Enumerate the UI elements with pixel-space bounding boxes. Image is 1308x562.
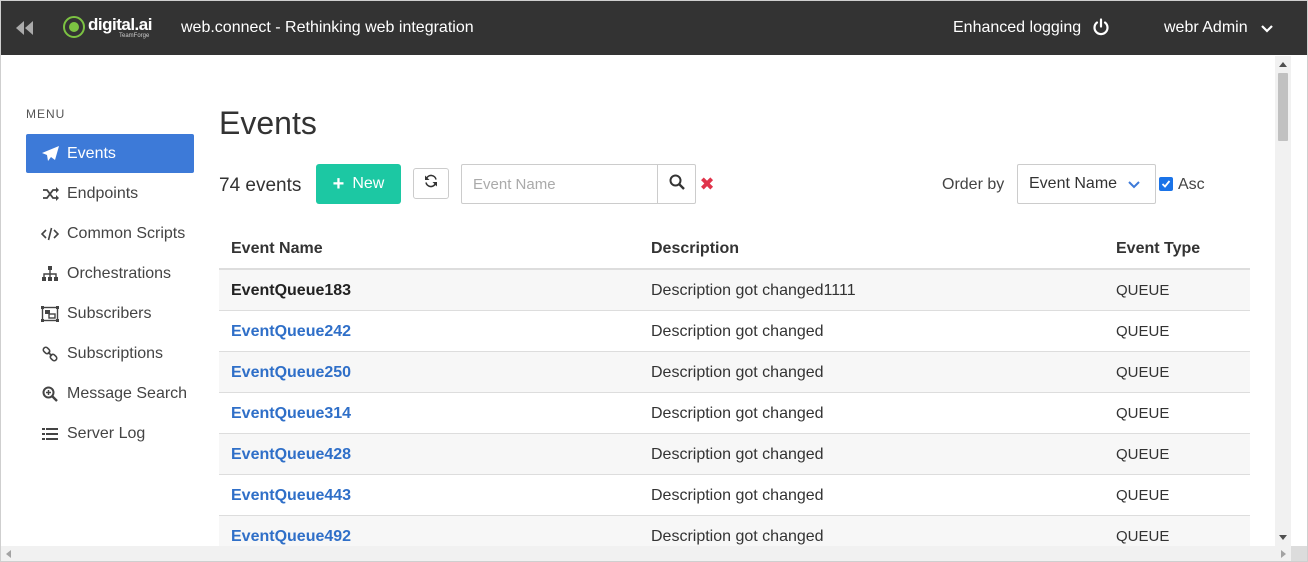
table-row[interactable]: EventQueue250 Description got changed QU…: [219, 352, 1250, 393]
enhanced-logging-label[interactable]: Enhanced logging: [953, 19, 1081, 37]
event-type: QUEUE: [1116, 323, 1170, 340]
object-group-icon: [41, 305, 59, 323]
event-description: Description got changed: [651, 323, 824, 340]
events-table: Event Name Description Event Type EventQ…: [219, 228, 1250, 557]
logo-text: digital.ai: [88, 15, 152, 34]
event-type: QUEUE: [1116, 446, 1170, 463]
table-row[interactable]: EventQueue183 Description got changed111…: [219, 270, 1250, 311]
event-type: QUEUE: [1116, 528, 1170, 545]
table-header: Event Name Description Event Type: [219, 228, 1250, 270]
event-name-link[interactable]: EventQueue428: [231, 446, 351, 464]
search-plus-icon: [41, 385, 59, 403]
column-header-event-type[interactable]: Event Type: [1116, 240, 1200, 258]
sidebar-item-label: Subscriptions: [67, 344, 164, 362]
page-title: Events: [219, 105, 317, 141]
events-count-label: events: [245, 175, 302, 196]
globe-logo-icon: [63, 16, 85, 38]
search-icon: [669, 174, 685, 195]
order-by-label: Order by: [942, 176, 1005, 193]
refresh-button[interactable]: [413, 168, 449, 199]
chevron-down-icon: [1127, 178, 1141, 192]
scroll-left-arrow-icon[interactable]: [6, 550, 11, 558]
new-event-button[interactable]: + New: [316, 164, 401, 204]
top-navbar: digital.ai TeamForge web.connect - Rethi…: [1, 1, 1307, 55]
asc-label: Asc: [1178, 176, 1205, 193]
clear-search-icon[interactable]: ✖: [699, 175, 715, 193]
plus-icon: +: [332, 173, 345, 195]
sidebar-item-common-scripts[interactable]: Common Scripts: [26, 214, 194, 253]
sidebar-item-subscribers[interactable]: Subscribers: [26, 294, 194, 333]
sidebar-item-label: Endpoints: [67, 184, 139, 202]
table-row[interactable]: EventQueue443 Description got changed QU…: [219, 475, 1250, 516]
sitemap-icon: [41, 265, 59, 283]
sidebar-item-label: Common Scripts: [67, 224, 186, 242]
event-description: Description got changed: [651, 364, 824, 381]
event-description: Description got changed: [651, 528, 824, 545]
events-count-number: 74: [219, 175, 241, 196]
random-icon: [41, 185, 59, 203]
logo-subtext: TeamForge: [119, 33, 150, 39]
vertical-scrollbar[interactable]: [1275, 56, 1291, 546]
event-description: Description got changed: [651, 405, 824, 422]
chevron-down-icon[interactable]: [1260, 22, 1274, 36]
brand-logo[interactable]: digital.ai TeamForge: [63, 15, 159, 43]
event-name-link[interactable]: EventQueue314: [231, 405, 351, 423]
event-type: QUEUE: [1116, 487, 1170, 504]
order-by-select[interactable]: Event Name: [1017, 164, 1156, 204]
column-header-description[interactable]: Description: [651, 240, 739, 258]
sidebar-item-events[interactable]: Events: [26, 134, 194, 173]
sidebar-item-subscriptions[interactable]: Subscriptions: [26, 334, 194, 373]
event-description: Description got changed1111: [651, 282, 856, 299]
power-icon[interactable]: [1092, 18, 1110, 36]
scroll-right-arrow-icon[interactable]: [1281, 550, 1286, 558]
event-description: Description got changed: [651, 446, 824, 463]
sidebar-item-label: Subscribers: [67, 304, 152, 322]
double-chevron-left-icon[interactable]: [16, 17, 38, 39]
refresh-icon: [424, 174, 438, 193]
sidebar-item-message-search[interactable]: Message Search: [26, 374, 194, 413]
event-name-link[interactable]: EventQueue250: [231, 364, 351, 382]
event-name-link[interactable]: EventQueue183: [231, 282, 351, 300]
horizontal-scrollbar[interactable]: [1, 546, 1291, 561]
asc-checkbox[interactable]: [1159, 177, 1173, 191]
sidebar-item-label: Orchestrations: [67, 264, 172, 282]
events-count: 74 events: [219, 175, 301, 197]
event-name-search-input[interactable]: [462, 165, 657, 203]
event-description: Description got changed: [651, 487, 824, 504]
event-name-link[interactable]: EventQueue242: [231, 323, 351, 341]
table-row[interactable]: EventQueue314 Description got changed QU…: [219, 393, 1250, 434]
event-type: QUEUE: [1116, 364, 1170, 381]
column-header-event-name[interactable]: Event Name: [231, 240, 323, 258]
scrollbar-thumb[interactable]: [1278, 73, 1288, 141]
app-title: web.connect - Rethinking web integration: [181, 19, 474, 36]
sidebar-item-label: Message Search: [67, 384, 188, 402]
sidebar-item-endpoints[interactable]: Endpoints: [26, 174, 194, 213]
event-name-link[interactable]: EventQueue492: [231, 528, 351, 546]
event-type: QUEUE: [1116, 282, 1170, 299]
sidebar-item-orchestrations[interactable]: Orchestrations: [26, 254, 194, 293]
event-name-link[interactable]: EventQueue443: [231, 487, 351, 505]
scroll-down-arrow-icon[interactable]: [1279, 535, 1287, 540]
order-by-value: Event Name: [1029, 175, 1118, 192]
sidebar-item-server-log[interactable]: Server Log: [26, 414, 194, 453]
link-icon: [41, 345, 59, 363]
app-window: digital.ai TeamForge web.connect - Rethi…: [0, 0, 1308, 562]
user-menu[interactable]: webr Admin: [1164, 19, 1248, 37]
list-icon: [41, 425, 59, 443]
table-row[interactable]: EventQueue242 Description got changed QU…: [219, 311, 1250, 352]
new-button-label: New: [352, 175, 385, 192]
search-button[interactable]: [657, 165, 695, 203]
event-search: [461, 164, 696, 204]
scrollbar-corner: [1291, 546, 1307, 561]
menu-heading: MENU: [26, 107, 66, 121]
scroll-up-arrow-icon[interactable]: [1279, 62, 1287, 67]
table-row[interactable]: EventQueue428 Description got changed QU…: [219, 434, 1250, 475]
code-icon: [41, 225, 59, 243]
event-type: QUEUE: [1116, 405, 1170, 422]
paper-plane-icon: [41, 145, 59, 163]
sidebar-item-label: Events: [67, 144, 116, 162]
sidebar-item-label: Server Log: [67, 424, 146, 442]
